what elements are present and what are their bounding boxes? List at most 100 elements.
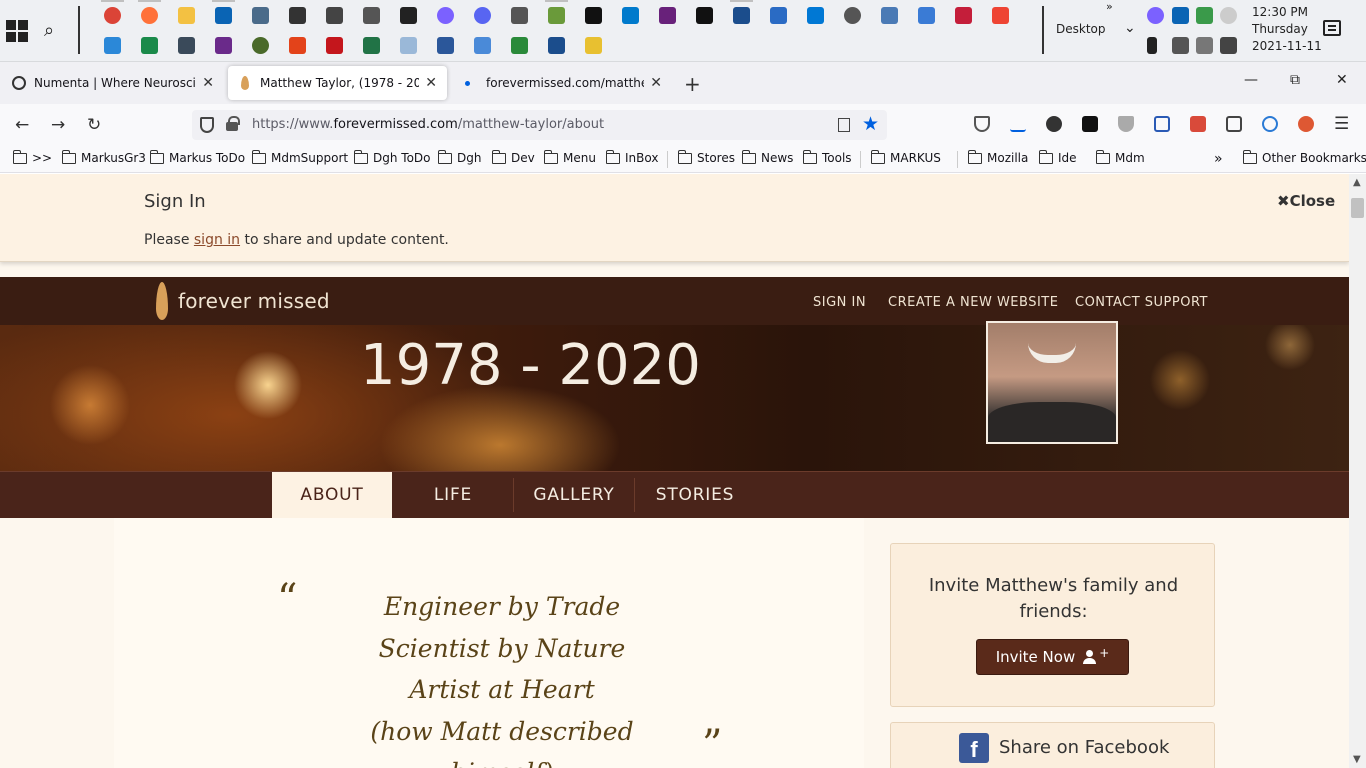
bookmark-folder[interactable]: InBox <box>605 149 658 165</box>
pdf-icon[interactable] <box>992 7 1009 24</box>
extension-icon[interactable] <box>1046 116 1062 132</box>
bookmark-folder[interactable]: Dgh <box>437 149 481 165</box>
terminal-icon[interactable] <box>696 7 713 24</box>
app-icon[interactable] <box>252 7 269 24</box>
settings-gear-icon[interactable] <box>844 7 861 24</box>
pocket-icon[interactable] <box>974 116 990 132</box>
notifications-icon[interactable] <box>1323 20 1341 36</box>
minimize-icon[interactable]: — <box>1244 72 1258 88</box>
duckduckgo-icon[interactable] <box>1298 116 1314 132</box>
outlook-icon[interactable] <box>212 0 235 24</box>
restore-icon[interactable]: ⧉ <box>1290 72 1300 88</box>
app-icon[interactable] <box>400 7 417 24</box>
app-icon[interactable] <box>400 37 417 54</box>
url-text[interactable]: https://www.forevermissed.com/matthew-ta… <box>252 117 604 132</box>
app-icon[interactable] <box>545 0 568 24</box>
downloads-icon[interactable] <box>1010 116 1026 132</box>
reload-icon[interactable]: ↻ <box>87 115 101 135</box>
bookmark-folder[interactable]: News <box>741 149 793 165</box>
close-tab-icon[interactable]: ✕ <box>650 75 662 91</box>
chrome-icon[interactable] <box>101 0 124 24</box>
app-icon[interactable] <box>363 7 380 24</box>
tab-gallery[interactable]: GALLERY <box>514 472 634 518</box>
terminal-icon[interactable] <box>585 7 602 24</box>
app-icon[interactable] <box>955 7 972 24</box>
extension-icon[interactable] <box>1118 116 1134 132</box>
bookmark-star-icon[interactable]: ★ <box>862 113 879 135</box>
app-icon[interactable] <box>141 37 158 54</box>
acrobat-icon[interactable] <box>326 37 343 54</box>
todo-icon[interactable] <box>104 37 121 54</box>
new-tab-plus-icon[interactable]: + <box>684 72 701 96</box>
network-icon[interactable] <box>1220 37 1237 54</box>
chevron-double-right-icon[interactable]: » <box>1106 0 1113 13</box>
clock[interactable]: 12:30 PM Thursday 2021-11-11 <box>1252 4 1322 55</box>
scroll-up-icon[interactable]: ▲ <box>1353 177 1361 188</box>
app-icon[interactable] <box>730 0 753 24</box>
bookmark-folder[interactable]: Menu <box>543 149 596 165</box>
bookmark-folder[interactable]: Mdm <box>1095 149 1145 165</box>
signin-link[interactable]: sign in <box>194 232 240 248</box>
bookmark-folder[interactable]: Markus ToDo <box>149 149 245 165</box>
tab-life[interactable]: LIFE <box>393 472 513 518</box>
extension-icon[interactable] <box>1262 116 1278 132</box>
more-bookmarks-chevron-icon[interactable]: » <box>1214 151 1223 167</box>
bookmark-folder[interactable]: Dgh ToDo <box>353 149 431 165</box>
address-bar[interactable]: https://www.forevermissed.com/matthew-ta… <box>192 110 887 140</box>
extension-icon[interactable] <box>1082 116 1098 132</box>
extension-icon[interactable] <box>1154 116 1170 132</box>
nav-sign-in[interactable]: SIGN IN <box>813 295 866 310</box>
reader-view-icon[interactable] <box>838 118 850 132</box>
nav-create-website[interactable]: CREATE A NEW WEBSITE <box>888 295 1058 310</box>
bookmark-folder[interactable]: MarkusGr3 <box>61 149 146 165</box>
tab-matthew-taylor[interactable]: Matthew Taylor, (1978 - 2020) - F ✕ <box>228 66 447 100</box>
app-icon[interactable] <box>918 7 935 24</box>
word-icon[interactable] <box>437 37 454 54</box>
messenger-icon[interactable] <box>437 7 454 24</box>
firefox-icon[interactable] <box>138 0 161 24</box>
powershell-icon[interactable] <box>770 7 787 24</box>
app-icon[interactable] <box>807 7 824 24</box>
app-icon[interactable] <box>252 37 269 54</box>
extension-icon[interactable] <box>1226 116 1242 132</box>
battery-icon[interactable] <box>1196 37 1213 54</box>
forward-arrow-icon[interactable]: → <box>51 115 65 135</box>
back-arrow-icon[interactable]: ← <box>15 115 29 135</box>
excel-icon[interactable] <box>363 37 380 54</box>
invite-now-button[interactable]: Invite Now + <box>976 639 1129 675</box>
app-icon[interactable] <box>881 7 898 24</box>
close-tab-icon[interactable]: ✕ <box>425 75 437 91</box>
spreadsheet-icon[interactable] <box>511 37 528 54</box>
scroll-down-icon[interactable]: ▼ <box>1353 754 1361 765</box>
app-icon[interactable] <box>178 37 195 54</box>
tab-about[interactable]: ABOUT <box>272 472 392 518</box>
file-explorer-icon[interactable] <box>178 7 195 24</box>
office-icon[interactable] <box>289 37 306 54</box>
desktop-toolbar-label[interactable]: Desktop <box>1056 22 1106 36</box>
microphone-icon[interactable] <box>1147 37 1157 54</box>
tracking-shield-icon[interactable] <box>200 117 214 133</box>
bookmark-folder[interactable]: Dev <box>491 149 535 165</box>
nav-contact-support[interactable]: CONTACT SUPPORT <box>1075 295 1208 310</box>
app-icon[interactable] <box>326 7 343 24</box>
visual-studio-icon[interactable] <box>659 7 676 24</box>
page-scrollbar[interactable]: ▲ ▼ <box>1349 174 1366 768</box>
lock-icon[interactable] <box>226 116 240 131</box>
vscode-icon[interactable] <box>622 7 639 24</box>
windows-start-icon[interactable] <box>6 20 28 42</box>
app-tray-icon[interactable] <box>1196 7 1213 24</box>
onedrive-icon[interactable] <box>1220 7 1237 24</box>
search-icon[interactable]: ⌕ <box>44 20 54 41</box>
other-bookmarks-folder[interactable]: Other Bookmarks <box>1242 149 1366 165</box>
volume-icon[interactable] <box>1172 37 1189 54</box>
onenote-icon[interactable] <box>215 37 232 54</box>
bookmark-folder[interactable]: MdmSupport <box>251 149 348 165</box>
scrollbar-thumb[interactable] <box>1351 198 1364 218</box>
bookmark-folder[interactable]: Mozilla <box>967 149 1028 165</box>
bookmark-folder[interactable]: Tools <box>802 149 852 165</box>
bookmark-folder[interactable]: Ide <box>1038 149 1077 165</box>
help-icon[interactable] <box>585 37 602 54</box>
hamburger-menu-icon[interactable]: ☰ <box>1334 114 1349 134</box>
bookmark-folder[interactable]: >> <box>12 149 52 165</box>
share-facebook-button[interactable]: f Share on Facebook <box>890 722 1215 768</box>
